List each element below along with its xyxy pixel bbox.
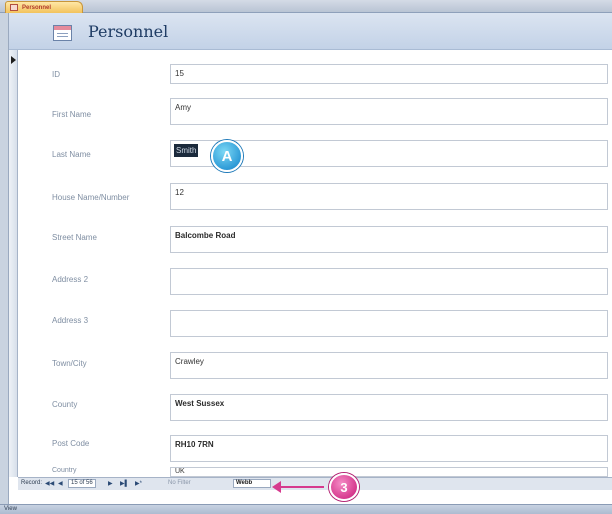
previous-record-button[interactable]: ◀ bbox=[58, 480, 63, 487]
status-text: View bbox=[4, 506, 17, 512]
house-field[interactable]: 12 bbox=[170, 183, 608, 210]
first-name-field[interactable]: Amy bbox=[170, 98, 608, 125]
last-name-selected-text: Smith bbox=[174, 144, 199, 157]
county-field[interactable]: West Sussex bbox=[170, 394, 608, 421]
current-record-icon bbox=[11, 56, 16, 64]
form-header: Personnel bbox=[9, 13, 612, 50]
field-label-first-name: First Name bbox=[52, 110, 92, 119]
field-label-address2: Address 2 bbox=[52, 275, 89, 284]
record-selector[interactable] bbox=[9, 50, 18, 477]
address2-field[interactable] bbox=[170, 268, 608, 295]
town-field[interactable]: Crawley bbox=[170, 352, 608, 379]
callout-3-text: 3 bbox=[340, 479, 348, 495]
record-navigation-bar: Record: ◀◀ ◀ 15 of 56 ▶ ▶▌ ▶* No Filter … bbox=[18, 477, 612, 490]
field-label-postcode: Post Code bbox=[52, 439, 90, 448]
postcode-field[interactable]: RH10 7RN bbox=[170, 435, 608, 462]
field-label-last-name: Last Name bbox=[52, 150, 91, 159]
tab-label: Personnel bbox=[22, 4, 52, 11]
current-record-input[interactable]: 15 of 56 bbox=[68, 479, 96, 488]
callout-a-text: A bbox=[221, 147, 233, 165]
record-nav-label: Record: bbox=[21, 480, 43, 486]
document-tabstrip: Personnel bbox=[0, 0, 612, 13]
field-label-street: Street Name bbox=[52, 233, 97, 242]
street-field[interactable]: Balcombe Road bbox=[170, 226, 608, 253]
id-field[interactable]: 15 bbox=[170, 64, 608, 84]
first-record-button[interactable]: ◀◀ bbox=[45, 480, 54, 487]
detail-cutoff: Country UK bbox=[18, 467, 612, 477]
field-label-town: Town/City bbox=[52, 359, 87, 368]
field-label-country: Country bbox=[52, 467, 77, 474]
callout-3-arrow bbox=[272, 481, 324, 493]
tab-personnel[interactable]: Personnel bbox=[5, 1, 83, 13]
field-label-address3: Address 3 bbox=[52, 316, 89, 325]
field-label-county: County bbox=[52, 400, 78, 409]
field-label-id: ID bbox=[52, 70, 60, 79]
address3-field[interactable] bbox=[170, 310, 608, 337]
status-bar: View bbox=[0, 504, 612, 514]
country-field[interactable]: UK bbox=[170, 467, 608, 477]
next-record-button[interactable]: ▶ bbox=[108, 480, 113, 487]
callout-3-badge: 3 bbox=[329, 473, 359, 501]
navigation-pane-collapsed[interactable] bbox=[0, 13, 9, 504]
form-icon bbox=[10, 4, 18, 11]
form-title: Personnel bbox=[88, 22, 169, 41]
search-box[interactable]: Webb bbox=[233, 479, 271, 488]
last-record-button[interactable]: ▶▌ bbox=[120, 480, 129, 487]
filter-indicator[interactable]: No Filter bbox=[168, 480, 191, 486]
callout-a-badge: A bbox=[211, 140, 243, 172]
new-record-button[interactable]: ▶* bbox=[135, 480, 142, 487]
field-label-house: House Name/Number bbox=[52, 193, 130, 202]
form-icon bbox=[53, 25, 72, 41]
